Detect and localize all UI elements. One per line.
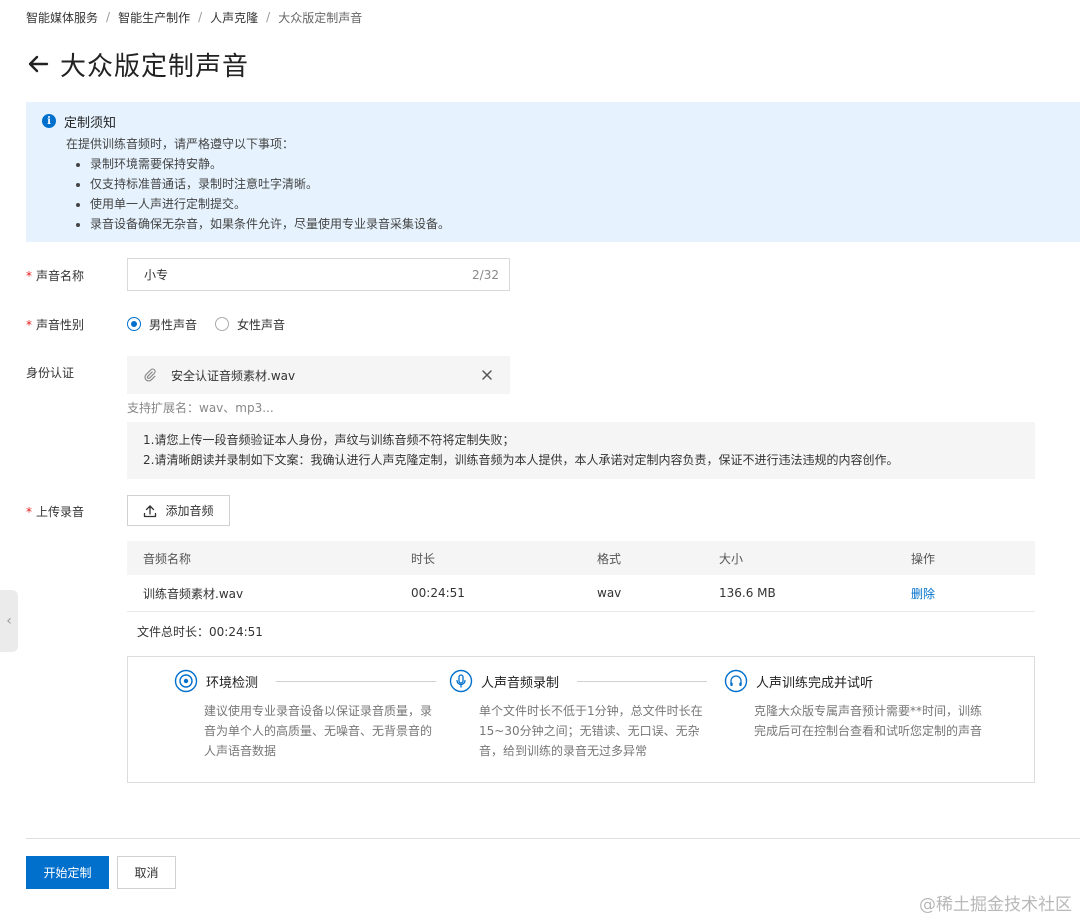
sidebar-collapse-handle[interactable]: ‹	[0, 590, 18, 652]
column-header-size: 大小	[719, 551, 744, 566]
step-description: 克隆大众版专属声音预计需要**时间，训练 完成后可在控制台查看和试听您定制的声音	[754, 704, 983, 738]
paperclip-icon	[144, 368, 156, 382]
upload-label: * 上传录音	[26, 505, 85, 519]
table-header: 音频名称 时长 格式 大小 操作	[127, 541, 1035, 575]
breadcrumb-item-voice-clone[interactable]: 人声克隆	[210, 9, 258, 26]
delete-link[interactable]: 删除	[911, 585, 1011, 602]
step-description: 单个文件时长不低于1分钟，总文件时长在 15~30分钟之间；无错读、无口误、无杂…	[479, 704, 703, 758]
microphone-icon	[449, 669, 473, 693]
watermark: @稀土掘金技术社区	[919, 895, 1072, 915]
step-title: 人声训练完成并试听	[756, 675, 874, 691]
step-connector	[577, 680, 708, 682]
step-connector	[276, 680, 437, 682]
page-title: 大众版定制声音	[60, 51, 250, 82]
voice-name-label: * 声音名称	[26, 269, 85, 283]
step-recording: 人声音频录制 单个文件时长不低于1分钟，总文件时长在 15~30分钟之间；无错读…	[449, 667, 708, 761]
breadcrumb: 智能媒体服务 / 智能生产制作 / 人声克隆 / 大众版定制声音	[26, 9, 362, 25]
column-header-action: 操作	[911, 551, 936, 566]
back-arrow-icon[interactable]	[26, 52, 50, 76]
info-icon: i	[42, 114, 56, 128]
audio-duration-cell: 00:24:51	[411, 586, 465, 600]
instruction-line: 2.请清晰朗读并录制如下文案：我确认进行人声克隆定制，训练音频为本人提供，本人承…	[143, 453, 899, 467]
notice-item: 录制环境需要保持安静。	[90, 154, 1064, 174]
radio-male-label: 男性声音	[149, 317, 198, 332]
required-mark: *	[26, 269, 32, 283]
headphones-icon	[724, 669, 748, 693]
voice-name-input[interactable]: 小专 2/32	[127, 258, 510, 291]
add-audio-label: 添加音频	[165, 504, 214, 518]
instruction-line: 1.请您上传一段音频验证本人身份，声纹与训练音频不符将定制失败；	[143, 433, 515, 447]
identity-file-chip: 安全认证音频素材.wav	[127, 356, 510, 394]
start-customize-button[interactable]: 开始定制	[26, 856, 109, 889]
radio-male-dot[interactable]	[127, 317, 141, 331]
identity-file-name: 安全认证音频素材.wav	[171, 368, 296, 383]
radio-male[interactable]: 男性声音	[127, 316, 197, 333]
column-header-duration: 时长	[411, 551, 436, 566]
notice-title: 定制须知	[64, 115, 117, 131]
notice-list: 录制环境需要保持安静。 仅支持标准普通话，录制时注意吐字清晰。 使用单一人声进行…	[90, 154, 1064, 234]
footer-divider	[26, 838, 1080, 839]
notice-item: 使用单一人声进行定制提交。	[90, 194, 1064, 214]
required-mark: *	[26, 505, 32, 519]
instruction-box: 1.请您上传一段音频验证本人身份，声纹与训练音频不符将定制失败； 2.请清晰朗读…	[127, 422, 1035, 479]
step-title: 人声音频录制	[481, 675, 560, 691]
add-audio-button[interactable]: 添加音频	[127, 495, 230, 526]
audio-name-cell: 训练音频素材.wav	[143, 586, 244, 601]
step-title: 环境检测	[206, 675, 259, 691]
step-description: 建议使用专业录音设备以保证录音质量，录 音为单个人的高质量、无噪音、无背景音的 …	[204, 704, 433, 758]
breadcrumb-item-current: 大众版定制声音	[278, 10, 363, 25]
audio-size-cell: 136.6 MB	[719, 586, 776, 600]
steps-panel: 环境检测 建议使用专业录音设备以保证录音质量，录 音为单个人的高质量、无噪音、无…	[127, 656, 1035, 783]
identity-label: 身份认证	[26, 366, 75, 380]
radio-female[interactable]: 女性声音	[215, 316, 285, 333]
breadcrumb-item-media-service[interactable]: 智能媒体服务	[26, 9, 98, 26]
required-mark: *	[26, 318, 32, 332]
voice-gender-label: * 声音性别	[26, 318, 85, 332]
notice-intro: 在提供训练音频时，请严格遵守以下事项：	[66, 137, 295, 151]
voice-name-value[interactable]: 小专	[144, 266, 168, 283]
audio-table: 音频名称 时长 格式 大小 操作 训练音频素材.wav 00:24:51 wav…	[127, 541, 1035, 612]
radio-female-label: 女性声音	[237, 317, 286, 332]
target-icon	[174, 669, 198, 693]
breadcrumb-item-production[interactable]: 智能生产制作	[118, 9, 190, 26]
char-count: 2/32	[472, 267, 499, 282]
page-header: 大众版定制声音	[26, 44, 249, 84]
upload-icon	[144, 504, 157, 517]
notice-item: 录音设备确保无杂音，如果条件允许，尽量使用专业录音采集设备。	[90, 214, 1064, 234]
breadcrumb-separator: /	[198, 10, 203, 24]
breadcrumb-separator: /	[266, 10, 271, 24]
radio-female-dot[interactable]	[215, 317, 230, 331]
total-duration: 文件总时长：00:24:51	[137, 625, 263, 639]
column-header-format: 格式	[597, 551, 622, 566]
step-training: 人声训练完成并试听 克隆大众版专属声音预计需要**时间，训练 完成后可在控制台查…	[724, 667, 982, 741]
notice-panel: i 定制须知 在提供训练音频时，请严格遵守以下事项： 录制环境需要保持安静。 仅…	[26, 102, 1080, 242]
audio-format-cell: wav	[597, 586, 622, 600]
breadcrumb-separator: /	[106, 10, 111, 24]
extension-hint: 支持扩展名：wav、mp3...	[127, 401, 274, 415]
cancel-button[interactable]: 取消	[117, 856, 176, 889]
gender-radio-group: 男性声音 女性声音	[127, 315, 285, 333]
notice-item: 仅支持标准普通话，录制时注意吐字清晰。	[90, 174, 1064, 194]
table-row: 训练音频素材.wav 00:24:51 wav 136.6 MB 删除	[127, 575, 1035, 612]
close-icon[interactable]	[480, 368, 494, 382]
step-environment: 环境检测 建议使用专业录音设备以保证录音质量，录 音为单个人的高质量、无噪音、无…	[174, 667, 437, 761]
column-header-name: 音频名称	[143, 551, 192, 566]
